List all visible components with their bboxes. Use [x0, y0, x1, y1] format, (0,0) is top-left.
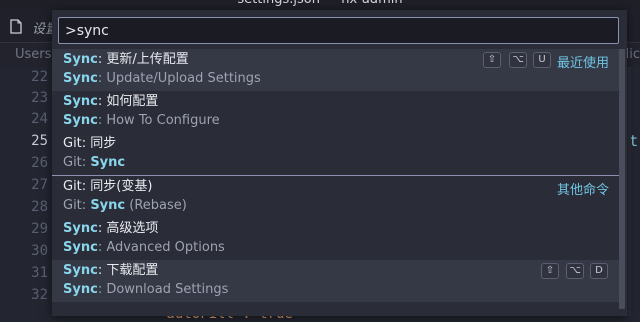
- line-number: 26: [31, 155, 48, 171]
- option-key-icon: ⌥: [509, 52, 527, 68]
- command-palette: Sync: 更新/上传配置 Sync: Update/Upload Settin…: [52, 10, 627, 316]
- command-title: Sync: 高级选项: [63, 221, 159, 236]
- command-title: Sync: 更新/上传配置: [63, 52, 189, 67]
- line-number-gutter: 22 23 24 25 26 27 28 29 30 31 32: [0, 67, 52, 316]
- window-title: settings.json — nx-admin: [0, 0, 640, 8]
- command-title: Sync: 下载配置: [63, 263, 159, 278]
- command-item-sync-download[interactable]: Sync: 下载配置 Sync: Download Settings ⇧ ⌥ D: [52, 260, 619, 302]
- current-line-number: 25: [31, 133, 48, 149]
- command-title: Sync: 如何配置: [63, 94, 159, 109]
- palette-scrollbar[interactable]: [619, 49, 625, 309]
- line-number: 31: [31, 265, 48, 281]
- line-number: 23: [31, 90, 48, 106]
- command-item-git-sync-rebase[interactable]: Git: 同步(变基) Git: Sync (Rebase) 其他命令: [52, 176, 619, 218]
- line-number: 28: [31, 199, 48, 215]
- command-detail: Git: Sync: [63, 155, 126, 170]
- command-item-git-sync[interactable]: Git: 同步 Git: Sync: [52, 133, 619, 175]
- group-label-other: 其他命令: [556, 183, 609, 198]
- command-item-sync-upload[interactable]: Sync: 更新/上传配置 Sync: Update/Upload Settin…: [52, 49, 619, 91]
- command-item-sync-configure[interactable]: Sync: 如何配置 Sync: How To Configure: [52, 91, 619, 133]
- command-item-sync-advanced[interactable]: Sync: 高级选项 Sync: Advanced Options: [52, 218, 619, 260]
- line-number: 27: [31, 177, 48, 193]
- window-titlebar: settings.json — nx-admin: [0, 0, 640, 10]
- group-label-recent: 最近使用: [556, 56, 609, 71]
- shift-key-icon: ⇧: [541, 263, 559, 279]
- line-number: 32: [31, 287, 48, 303]
- command-title: Git: 同步: [63, 136, 117, 151]
- command-input[interactable]: [58, 17, 619, 44]
- command-detail: Sync: Update/Upload Settings: [63, 71, 261, 86]
- command-title: Git: 同步(变基): [63, 179, 153, 194]
- line-number: 22: [31, 69, 48, 85]
- breadcrumb[interactable]: Users: [15, 47, 51, 62]
- command-detail: Sync: Download Settings: [63, 282, 229, 297]
- key-u: U: [533, 52, 551, 68]
- shift-key-icon: ⇧: [483, 52, 501, 68]
- line-number: 29: [31, 221, 48, 237]
- line-number: 30: [31, 243, 48, 259]
- line-number: 24: [31, 111, 48, 127]
- key-d: D: [590, 263, 608, 279]
- command-detail: Sync: How To Configure: [63, 113, 220, 128]
- option-key-icon: ⌥: [566, 263, 584, 279]
- file-icon: [10, 19, 22, 34]
- command-detail: Git: Sync (Rebase): [63, 198, 187, 213]
- editor-scrollbar[interactable]: [627, 67, 631, 316]
- command-results-list: Sync: 更新/上传配置 Sync: Update/Upload Settin…: [52, 49, 627, 316]
- command-detail: Sync: Advanced Options: [63, 240, 225, 255]
